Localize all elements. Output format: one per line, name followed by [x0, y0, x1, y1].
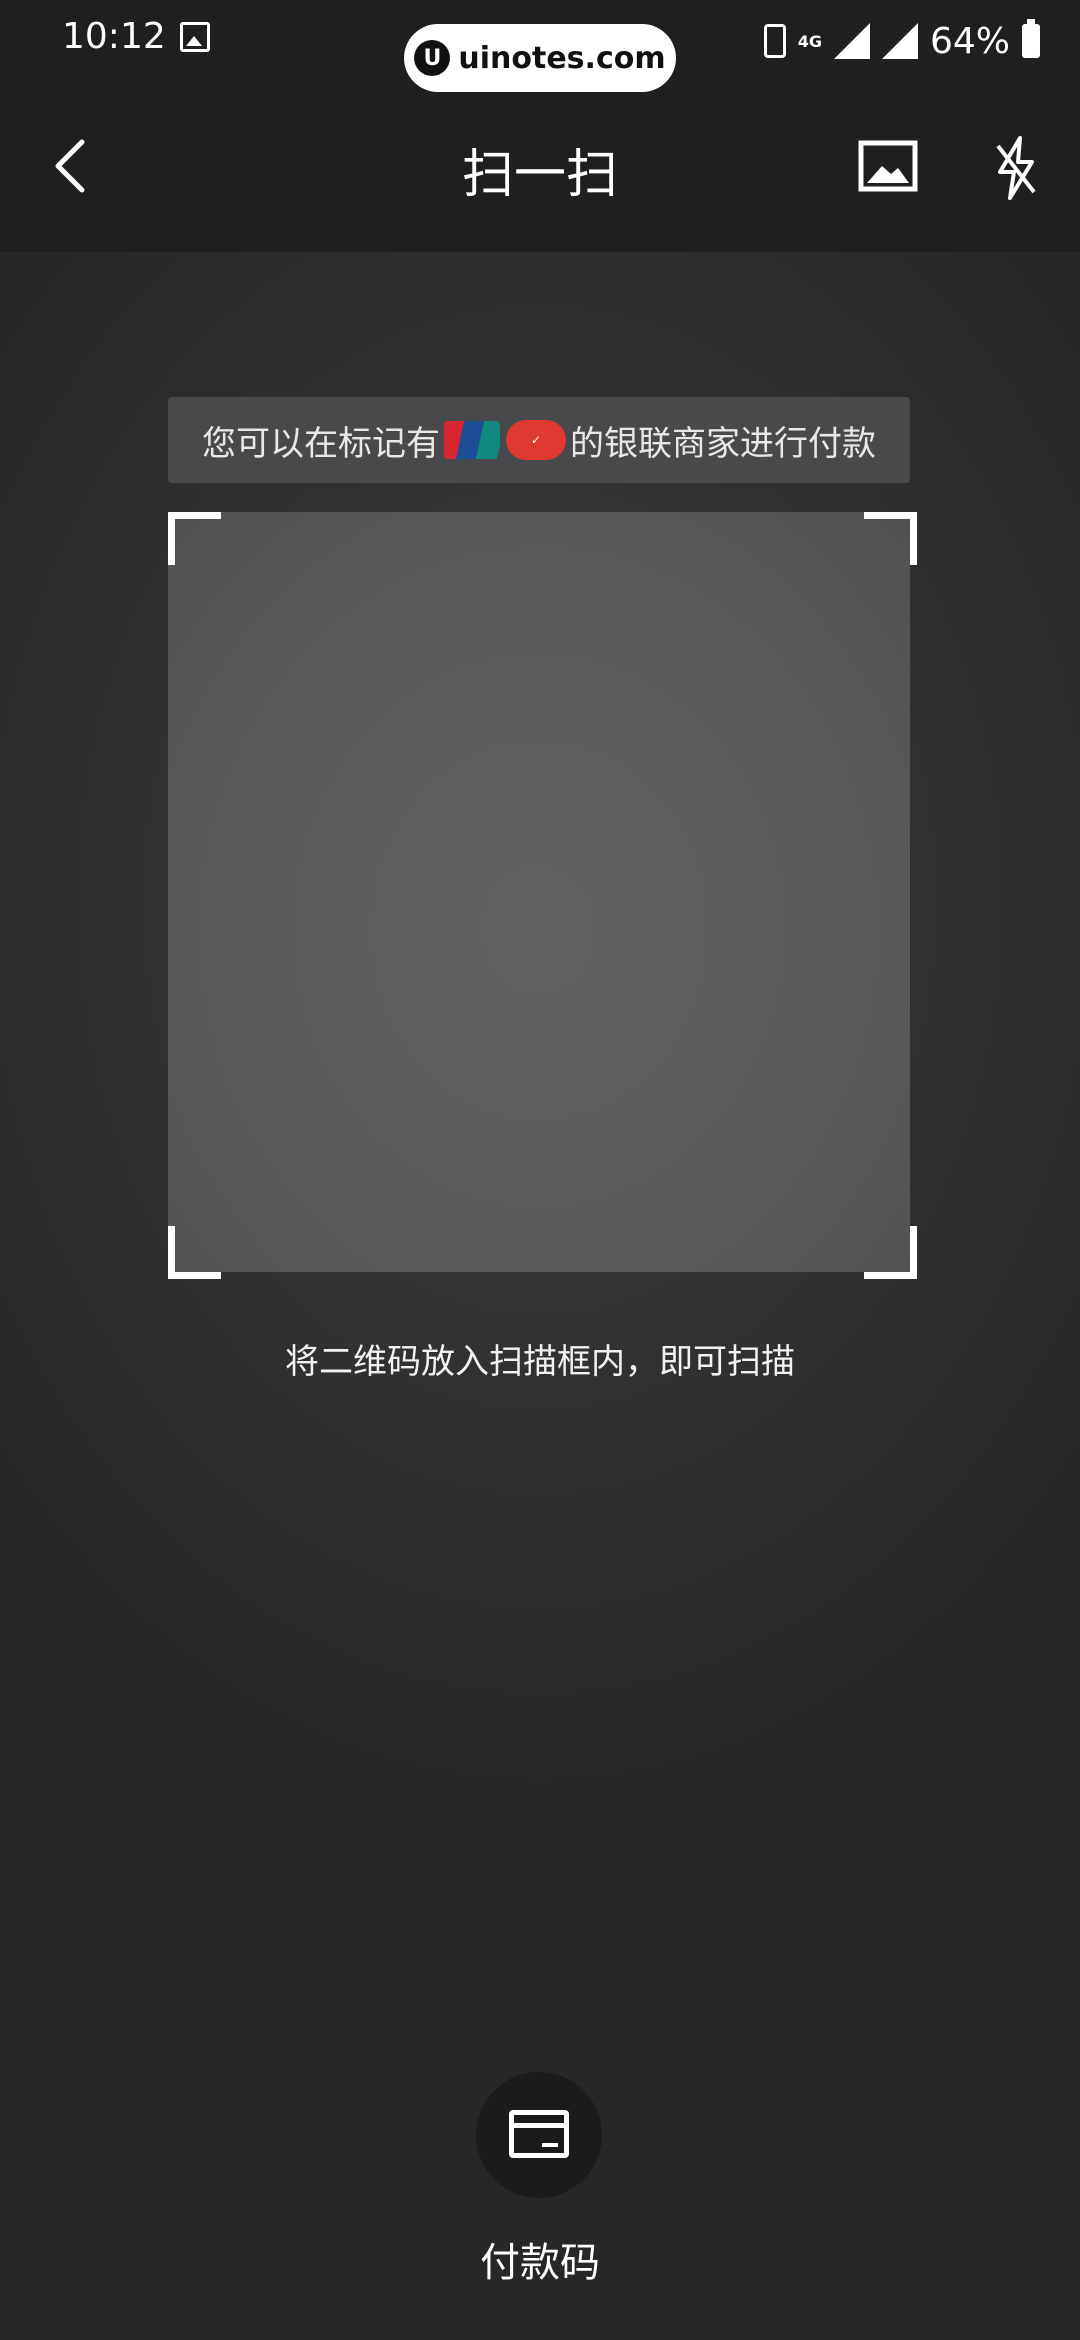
scan-frame: [168, 512, 910, 1272]
image-notification-icon: [180, 22, 210, 52]
top-bar: 10:12 U uinotes.com 4G 64% 扫一扫: [0, 0, 1080, 252]
battery-percent: 64%: [929, 20, 1010, 62]
scan-hint: 将二维码放入扫描框内，即可扫描: [285, 1342, 795, 1382]
network-type: 4G: [797, 31, 822, 51]
pay-code-label[interactable]: 付款码: [0, 2230, 1080, 2288]
scan-corner-top-left: [168, 512, 221, 565]
signal-icon-2: [881, 23, 918, 59]
page-title: 扫一扫: [461, 145, 618, 205]
banner-text-before: 您可以在标记有: [202, 423, 440, 464]
vibrate-icon: [763, 24, 786, 58]
watermark-text: uinotes.com: [458, 40, 666, 76]
quickpass-logo: ✓: [506, 420, 566, 460]
scan-corner-bottom-left: [168, 1226, 221, 1279]
signal-icon: [833, 23, 870, 59]
scan-corner-bottom-right: [864, 1226, 917, 1279]
battery-icon: [1022, 19, 1040, 58]
status-time: 10:12: [62, 16, 166, 57]
banner-text-after: 的银联商家进行付款: [570, 423, 876, 464]
scan-corner-top-right: [864, 512, 917, 565]
card-icon: [509, 2110, 569, 2158]
flash-off-icon[interactable]: [992, 134, 1040, 202]
pay-code-button[interactable]: [476, 2072, 602, 2198]
unionpay-banner: 您可以在标记有 ✓ 的银联商家进行付款: [168, 397, 910, 483]
watermark-logo-icon: U: [414, 40, 451, 76]
unionpay-logo: [444, 421, 500, 459]
nav-bar: 扫一扫: [0, 110, 1080, 220]
album-icon[interactable]: [858, 140, 918, 192]
status-icons: 4G 64%: [763, 16, 1040, 66]
status-bar: 10:12 U uinotes.com 4G 64%: [0, 0, 1080, 92]
watermark-badge: U uinotes.com: [404, 24, 676, 92]
